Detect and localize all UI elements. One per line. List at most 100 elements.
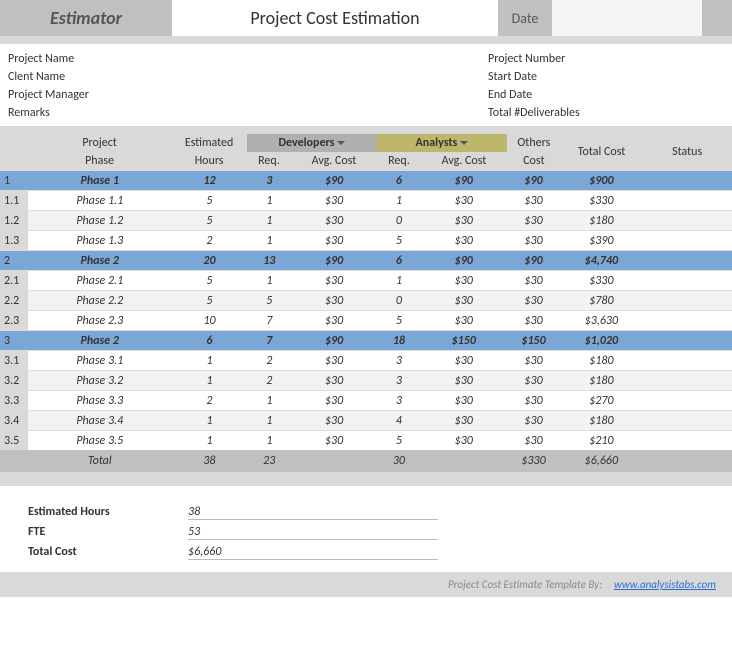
row-dev-avg[interactable]: $30 <box>291 370 377 390</box>
row-hours[interactable]: 1 <box>172 350 248 370</box>
row-dev-avg[interactable]: $30 <box>291 230 377 250</box>
row-dev-req[interactable]: 3 <box>247 170 291 190</box>
row-dev-avg[interactable]: $90 <box>291 330 377 350</box>
row-ana-req[interactable]: 0 <box>377 290 421 310</box>
row-dev-avg[interactable]: $90 <box>291 170 377 190</box>
row-status[interactable] <box>642 210 732 230</box>
row-ana-req[interactable]: 6 <box>377 250 421 270</box>
row-hours[interactable]: 10 <box>172 310 248 330</box>
row-status[interactable] <box>642 190 732 210</box>
row-ana-avg[interactable]: $150 <box>421 330 507 350</box>
row-ana-req[interactable]: 5 <box>377 430 421 450</box>
row-ana-req[interactable]: 1 <box>377 190 421 210</box>
row-dev-req[interactable]: 1 <box>247 270 291 290</box>
row-dev-avg[interactable]: $30 <box>291 390 377 410</box>
row-dev-avg[interactable]: $30 <box>291 430 377 450</box>
row-ana-avg[interactable]: $30 <box>421 390 507 410</box>
row-dev-req[interactable]: 1 <box>247 410 291 430</box>
row-dev-avg[interactable]: $30 <box>291 350 377 370</box>
row-ana-avg[interactable]: $30 <box>421 210 507 230</box>
row-dev-avg[interactable]: $30 <box>291 210 377 230</box>
row-hours[interactable]: 5 <box>172 190 248 210</box>
row-others[interactable]: $30 <box>507 370 561 390</box>
row-ana-avg[interactable]: $30 <box>421 310 507 330</box>
table-row[interactable]: 3Phase 267$9018$150$150$1,020 <box>0 330 732 350</box>
row-ana-req[interactable]: 3 <box>377 370 421 390</box>
table-row[interactable]: 1.2Phase 1.251$300$30$30$180 <box>0 210 732 230</box>
table-row[interactable]: 2.3Phase 2.3107$305$30$30$3,630 <box>0 310 732 330</box>
row-ana-avg[interactable]: $90 <box>421 250 507 270</box>
table-row[interactable]: 1.1Phase 1.151$301$30$30$330 <box>0 190 732 210</box>
row-ana-avg[interactable]: $30 <box>421 430 507 450</box>
row-ana-req[interactable]: 5 <box>377 230 421 250</box>
row-hours[interactable]: 20 <box>172 250 248 270</box>
row-ana-avg[interactable]: $30 <box>421 190 507 210</box>
row-ana-avg[interactable]: $90 <box>421 170 507 190</box>
row-dev-req[interactable]: 1 <box>247 190 291 210</box>
row-others[interactable]: $30 <box>507 310 561 330</box>
row-others[interactable]: $30 <box>507 410 561 430</box>
row-ana-req[interactable]: 3 <box>377 390 421 410</box>
row-others[interactable]: $30 <box>507 190 561 210</box>
row-dev-req[interactable]: 7 <box>247 330 291 350</box>
row-others[interactable]: $30 <box>507 350 561 370</box>
row-dev-req[interactable]: 1 <box>247 390 291 410</box>
row-status[interactable] <box>642 430 732 450</box>
row-ana-req[interactable]: 3 <box>377 350 421 370</box>
row-hours[interactable]: 1 <box>172 370 248 390</box>
row-ana-req[interactable]: 1 <box>377 270 421 290</box>
row-dev-avg[interactable]: $30 <box>291 310 377 330</box>
footer-link[interactable]: www.analysistabs.com <box>614 578 716 591</box>
row-status[interactable] <box>642 170 732 190</box>
row-hours[interactable]: 12 <box>172 170 248 190</box>
row-ana-req[interactable]: 0 <box>377 210 421 230</box>
table-row[interactable]: 3.5Phase 3.511$305$30$30$210 <box>0 430 732 450</box>
row-ana-req[interactable]: 5 <box>377 310 421 330</box>
row-others[interactable]: $90 <box>507 250 561 270</box>
row-ana-req[interactable]: 18 <box>377 330 421 350</box>
row-status[interactable] <box>642 330 732 350</box>
row-dev-req[interactable]: 13 <box>247 250 291 270</box>
row-hours[interactable]: 2 <box>172 390 248 410</box>
table-row[interactable]: 3.4Phase 3.411$304$30$30$180 <box>0 410 732 430</box>
row-others[interactable]: $90 <box>507 170 561 190</box>
row-dev-avg[interactable]: $30 <box>291 290 377 310</box>
table-row[interactable]: 2.1Phase 2.151$301$30$30$330 <box>0 270 732 290</box>
row-ana-avg[interactable]: $30 <box>421 270 507 290</box>
row-others[interactable]: $30 <box>507 230 561 250</box>
table-row[interactable]: 2.2Phase 2.255$300$30$30$780 <box>0 290 732 310</box>
row-status[interactable] <box>642 390 732 410</box>
summary-total-cost[interactable]: $6,660 <box>188 545 438 560</box>
row-others[interactable]: $150 <box>507 330 561 350</box>
row-dev-req[interactable]: 2 <box>247 350 291 370</box>
row-ana-avg[interactable]: $30 <box>421 290 507 310</box>
table-row[interactable]: 1.3Phase 1.321$305$30$30$390 <box>0 230 732 250</box>
row-ana-avg[interactable]: $30 <box>421 410 507 430</box>
row-ana-req[interactable]: 6 <box>377 170 421 190</box>
table-row[interactable]: 1Phase 1123$906$90$90$900 <box>0 170 732 190</box>
row-others[interactable]: $30 <box>507 390 561 410</box>
row-others[interactable]: $30 <box>507 270 561 290</box>
table-row[interactable]: 2Phase 22013$906$90$90$4,740 <box>0 250 732 270</box>
row-status[interactable] <box>642 290 732 310</box>
row-status[interactable] <box>642 270 732 290</box>
row-others[interactable]: $30 <box>507 430 561 450</box>
summary-fte[interactable]: 53 <box>188 525 438 540</box>
row-ana-req[interactable]: 4 <box>377 410 421 430</box>
row-dev-req[interactable]: 1 <box>247 430 291 450</box>
row-dev-req[interactable]: 1 <box>247 230 291 250</box>
row-hours[interactable]: 1 <box>172 430 248 450</box>
date-input[interactable] <box>552 0 702 36</box>
table-row[interactable]: 3.2Phase 3.212$303$30$30$180 <box>0 370 732 390</box>
row-hours[interactable]: 1 <box>172 410 248 430</box>
row-status[interactable] <box>642 230 732 250</box>
row-hours[interactable]: 5 <box>172 210 248 230</box>
row-dev-req[interactable]: 1 <box>247 210 291 230</box>
table-row[interactable]: 3.3Phase 3.321$303$30$30$270 <box>0 390 732 410</box>
row-others[interactable]: $30 <box>507 290 561 310</box>
table-row[interactable]: 3.1Phase 3.112$303$30$30$180 <box>0 350 732 370</box>
row-status[interactable] <box>642 410 732 430</box>
row-ana-avg[interactable]: $30 <box>421 350 507 370</box>
row-dev-avg[interactable]: $30 <box>291 270 377 290</box>
row-hours[interactable]: 5 <box>172 270 248 290</box>
